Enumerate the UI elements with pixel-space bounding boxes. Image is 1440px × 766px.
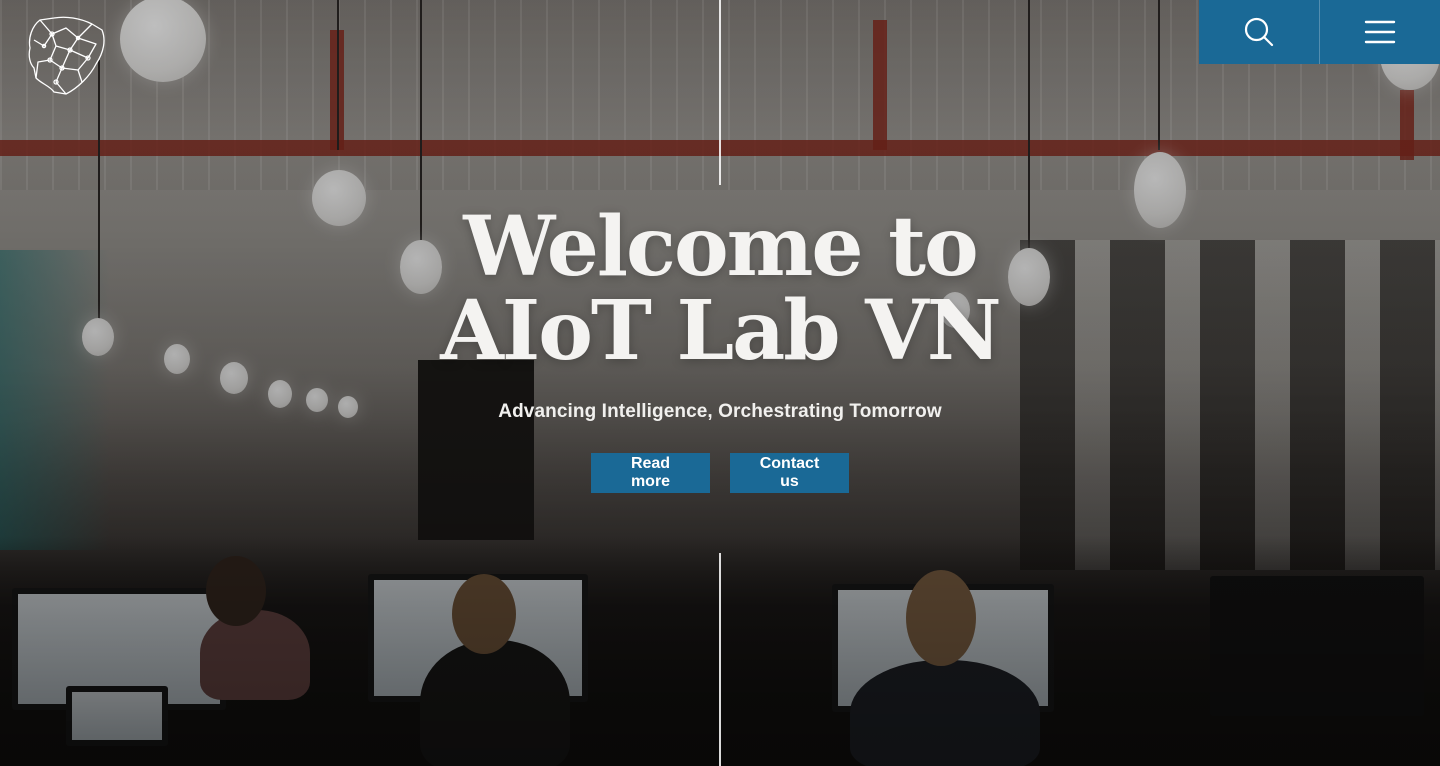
brain-circuit-logo-icon	[28, 16, 105, 95]
hero-buttons: Read more Contact us	[0, 453, 1440, 493]
menu-button[interactable]	[1319, 0, 1440, 64]
hero-title-line-2: AIoT Lab VN	[440, 283, 1001, 379]
read-more-button[interactable]: Read more	[591, 453, 710, 493]
header-actions	[1199, 0, 1440, 64]
hero-subtitle: Advancing Intelligence, Orchestrating To…	[498, 401, 942, 422]
hamburger-menu-icon	[1364, 20, 1396, 44]
hero-title: Welcome to AIoT Lab VN	[0, 205, 1440, 373]
divider-line-bottom	[719, 553, 721, 766]
divider-line-top	[719, 0, 721, 185]
hero-section: Welcome to AIoT Lab VN Advancing Intelli…	[0, 205, 1440, 493]
search-icon	[1244, 17, 1274, 47]
search-button[interactable]	[1199, 0, 1319, 64]
contact-us-button[interactable]: Contact us	[730, 453, 849, 493]
site-logo[interactable]	[26, 16, 108, 96]
hero-title-line-1: Welcome to	[463, 199, 978, 295]
